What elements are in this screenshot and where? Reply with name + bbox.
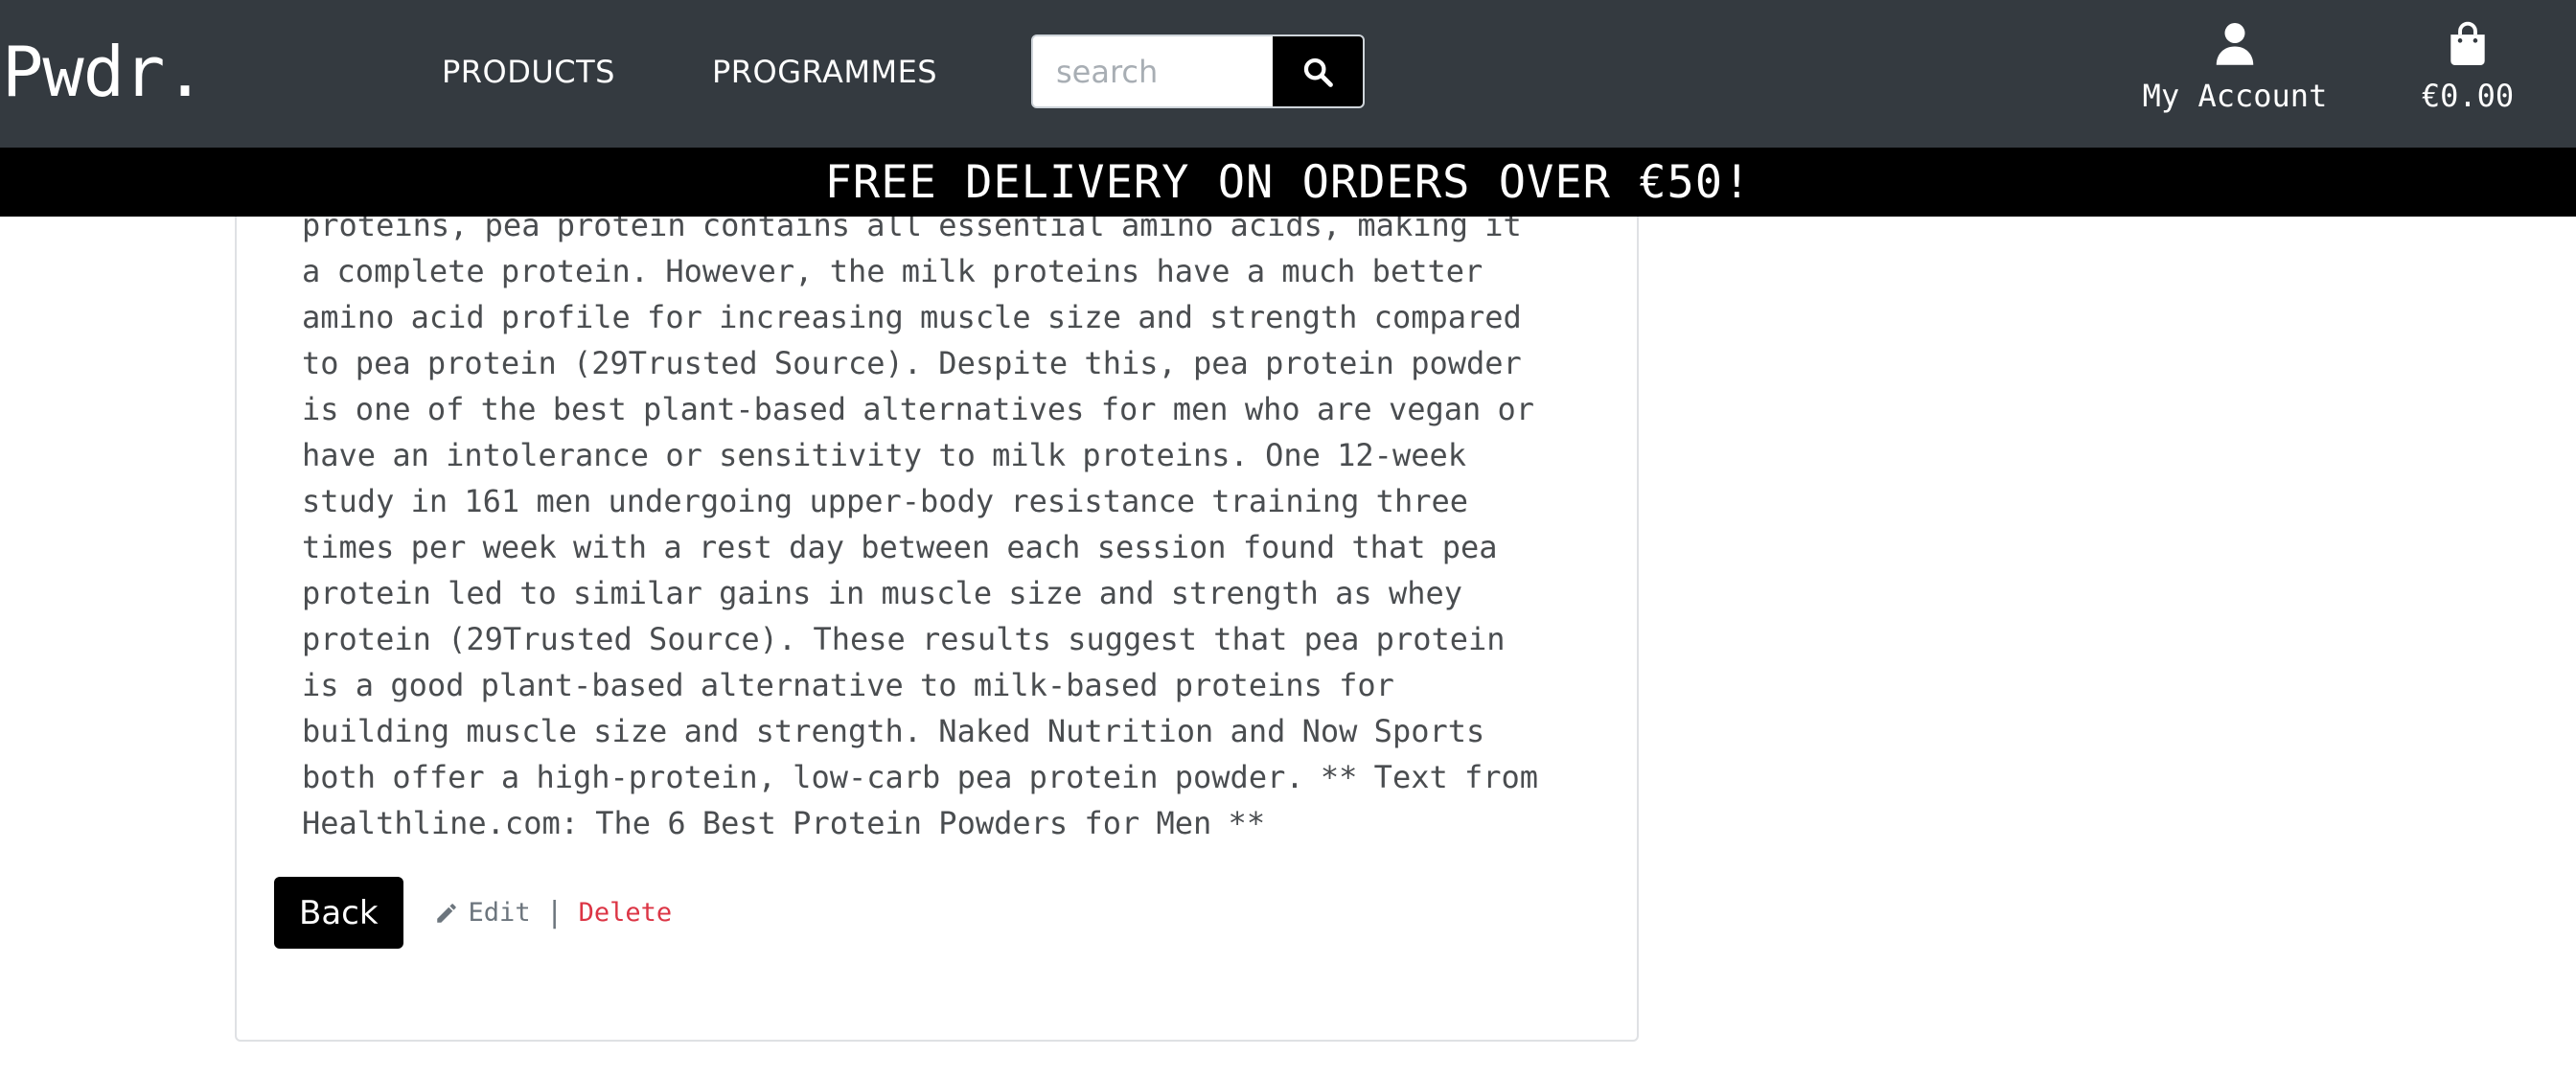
description-line: study in 161 men undergoing upper-body r… bbox=[302, 483, 1468, 519]
my-account-link[interactable]: My Account bbox=[2139, 21, 2331, 115]
site-logo[interactable]: Pwdr. bbox=[2, 29, 206, 115]
nav-products[interactable]: PRODUCTS bbox=[442, 53, 615, 91]
nav-programmes[interactable]: PROGRAMMES bbox=[712, 53, 937, 91]
user-icon bbox=[2216, 23, 2254, 65]
description-line: both offer a high-protein, low-carb pea … bbox=[302, 759, 1539, 795]
description-line: is one of the best plant-based alternati… bbox=[302, 391, 1535, 427]
cart-total: €0.00 bbox=[2421, 78, 2515, 114]
description-line: amino acid profile for increasing muscle… bbox=[302, 299, 1522, 335]
description-line: is a good plant-based alternative to mil… bbox=[302, 667, 1394, 703]
description-line: a complete protein. However, the milk pr… bbox=[302, 253, 1484, 289]
my-account-label: My Account bbox=[2142, 78, 2328, 114]
free-delivery-banner: FREE DELIVERY ON ORDERS OVER €50! bbox=[0, 148, 2576, 217]
description-line: Healthline.com: The 6 Best Protein Powde… bbox=[302, 805, 1266, 841]
search-icon bbox=[1303, 57, 1333, 87]
site-header: Pwdr. PRODUCTS PROGRAMMES My Account bbox=[0, 0, 2576, 148]
description-line: protein led to similar gains in muscle s… bbox=[302, 575, 1462, 611]
edit-label: Edit bbox=[468, 898, 531, 928]
pencil-icon bbox=[436, 903, 456, 923]
back-button[interactable]: Back bbox=[274, 877, 403, 949]
description-line: to pea protein (29Trusted Source). Despi… bbox=[302, 345, 1522, 381]
description-line: building muscle size and strength. Naked… bbox=[302, 713, 1485, 749]
edit-link[interactable]: Edit bbox=[434, 898, 531, 928]
search-form bbox=[1031, 34, 1365, 108]
search-button[interactable] bbox=[1273, 36, 1363, 106]
product-actions: Back Edit | Delete bbox=[274, 877, 672, 949]
product-description: proteins, pea protein contains all essen… bbox=[302, 202, 1586, 846]
delete-link[interactable]: Delete bbox=[579, 898, 673, 928]
cart-link[interactable]: €0.00 bbox=[2415, 21, 2520, 115]
search-input[interactable] bbox=[1033, 36, 1273, 106]
action-separator: | bbox=[545, 896, 564, 930]
description-line: have an intolerance or sensitivity to mi… bbox=[302, 437, 1466, 473]
description-line: protein (29Trusted Source). These result… bbox=[302, 621, 1506, 657]
description-line: times per week with a rest day between e… bbox=[302, 529, 1498, 565]
shopping-bag-icon bbox=[2450, 21, 2485, 65]
